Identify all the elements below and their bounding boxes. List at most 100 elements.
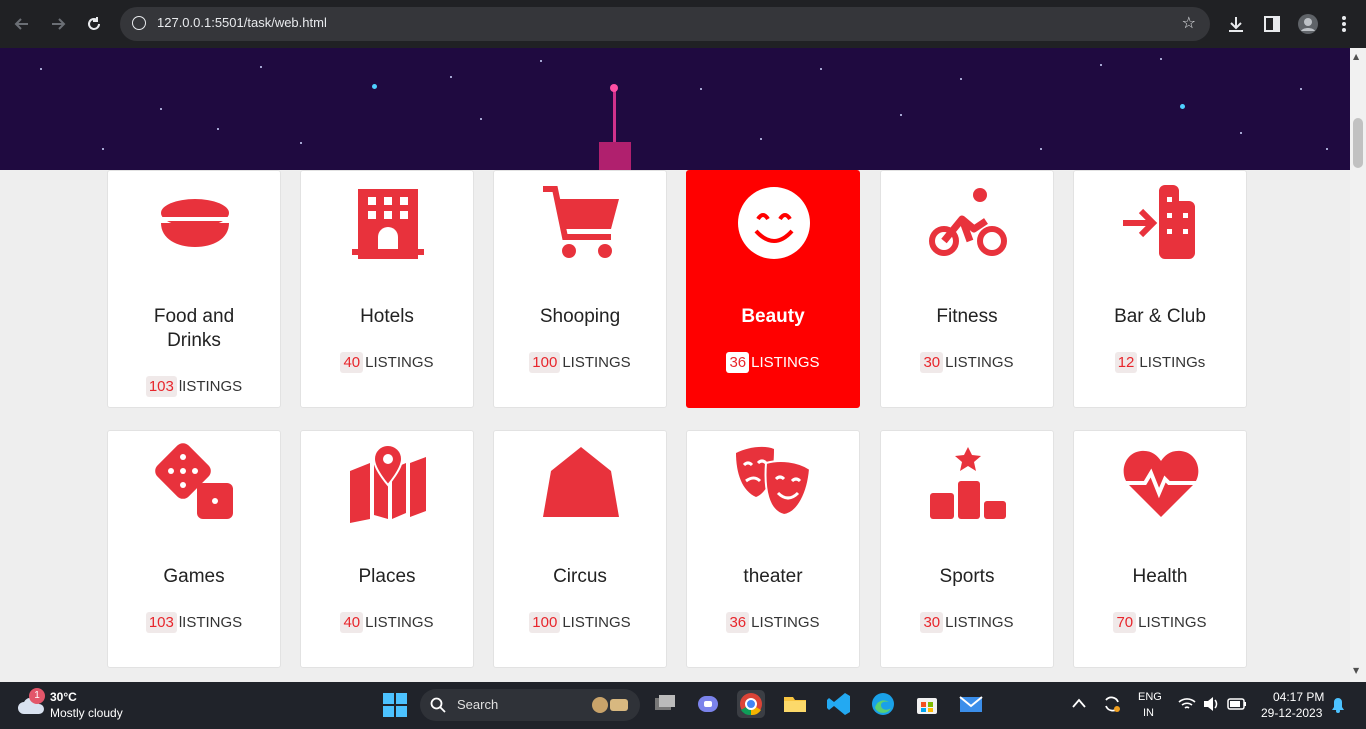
- windows-start-icon[interactable]: [383, 693, 407, 717]
- category-card-hotels[interactable]: Hotels 40 LISTINGS: [300, 170, 474, 408]
- category-card-beauty[interactable]: Beauty 36 LISTINGS: [686, 170, 860, 408]
- back-arrow-icon[interactable]: [10, 12, 34, 36]
- temperature: 30°C: [50, 690, 77, 704]
- url-text[interactable]: 127.0.0.1:5501/task/web.html: [157, 15, 327, 30]
- star: [217, 128, 219, 130]
- star: [1100, 64, 1102, 66]
- category-card-fitness[interactable]: Fitness 30 LISTINGS: [880, 170, 1054, 408]
- listing-count: 70: [1113, 612, 1137, 633]
- star: [1240, 132, 1242, 134]
- listing-count: 30: [920, 612, 944, 633]
- listing-count: 103: [145, 612, 177, 633]
- category-card-sports[interactable]: Sports 30 LISTINGS: [880, 430, 1054, 668]
- dice-icon: [155, 443, 233, 519]
- listing-count: 30: [920, 352, 944, 373]
- star: [1180, 104, 1185, 109]
- weather-badge: 1: [29, 688, 45, 704]
- teams-chat-icon[interactable]: [694, 690, 722, 718]
- vscode-icon[interactable]: [825, 690, 853, 718]
- category-card-games[interactable]: Games 103 lISTINGS: [107, 430, 281, 668]
- listing-label: LISTINGS: [945, 614, 1014, 631]
- star: [480, 118, 482, 120]
- food-bowl-icon: [161, 199, 229, 247]
- language-region[interactable]: IN: [1143, 707, 1154, 719]
- star: [450, 76, 452, 78]
- listing-label: LISTINGS: [751, 354, 820, 371]
- scroll-thumb[interactable]: [1353, 118, 1363, 168]
- chrome-icon[interactable]: [737, 690, 765, 718]
- category-card-shopping[interactable]: Shooping 100 LISTINGS: [493, 170, 667, 408]
- category-title: Hotels: [360, 306, 414, 327]
- category-title: Health: [1132, 566, 1188, 587]
- listing-info: 30 LISTINGS: [881, 612, 1053, 633]
- listing-info: 103 lISTINGS: [108, 376, 280, 397]
- category-card-bar-club[interactable]: Bar & Club 12 LISTINGs: [1073, 170, 1247, 408]
- map-pin-icon: [350, 443, 426, 523]
- star: [960, 78, 962, 80]
- listing-info: 36 LISTINGS: [687, 352, 859, 373]
- listing-info: 40 LISTINGS: [301, 612, 473, 633]
- listing-info: 40 LISTINGS: [301, 352, 473, 373]
- bicycle-icon: [929, 188, 1007, 256]
- search-placeholder: Search: [457, 697, 499, 712]
- side-panel-icon[interactable]: [1260, 12, 1284, 36]
- tower-pole: [613, 88, 616, 144]
- taskbar-search[interactable]: Search: [420, 689, 640, 721]
- scroll-down-arrow-icon[interactable]: ▼: [1353, 666, 1359, 675]
- star: [700, 88, 702, 90]
- notification-bell-icon[interactable]: [1331, 697, 1345, 713]
- edge-icon[interactable]: [869, 690, 897, 718]
- clock-date[interactable]: 29-12-2023: [1261, 706, 1322, 720]
- category-card-food[interactable]: Food and Drinks 103 lISTINGS: [107, 170, 281, 408]
- wifi-icon[interactable]: [1178, 696, 1196, 712]
- listing-label: LISTINGS: [562, 354, 631, 371]
- battery-icon[interactable]: [1227, 698, 1247, 710]
- forward-arrow-icon[interactable]: [46, 12, 70, 36]
- bookmark-star-icon[interactable]: ☆: [1182, 13, 1196, 32]
- taskbar: [0, 682, 1366, 729]
- hotel-icon: [352, 189, 424, 259]
- weather-status: Mostly cloudy: [50, 706, 123, 720]
- star: [372, 84, 377, 89]
- mail-icon[interactable]: [957, 690, 985, 718]
- listing-count: 36: [726, 352, 750, 373]
- listing-count: 12: [1114, 352, 1138, 373]
- category-title: Fitness: [936, 306, 998, 327]
- listing-label: LISTINGS: [751, 614, 820, 631]
- listing-label: LISTINGS: [365, 354, 434, 371]
- chevron-up-icon[interactable]: [1072, 698, 1086, 708]
- category-card-health[interactable]: Health 70 LISTINGS: [1073, 430, 1247, 668]
- sync-icon[interactable]: [1102, 694, 1122, 714]
- star: [820, 68, 822, 70]
- category-card-places[interactable]: Places 40 LISTINGS: [300, 430, 474, 668]
- listing-count: 40: [340, 612, 364, 633]
- category-card-theater[interactable]: theater 36 LISTINGS: [686, 430, 860, 668]
- star: [900, 114, 902, 116]
- page-scrollbar[interactable]: ▲ ▼: [1350, 48, 1366, 682]
- listing-label: lISTINGS: [178, 614, 243, 631]
- site-info-icon[interactable]: [132, 16, 146, 30]
- category-title: Food and: [153, 306, 235, 327]
- menu-kebab-icon[interactable]: [1332, 12, 1356, 36]
- category-title: Bar & Club: [1114, 306, 1206, 327]
- search-highlight-icon: [592, 697, 628, 713]
- task-view-icon[interactable]: [651, 690, 679, 718]
- volume-icon[interactable]: [1202, 696, 1220, 712]
- scroll-up-arrow-icon[interactable]: ▲: [1353, 52, 1359, 61]
- clock-time[interactable]: 04:17 PM: [1273, 690, 1324, 704]
- smile-icon: [738, 187, 810, 259]
- browser-toolbar: 127.0.0.1:5501/task/web.html ☆: [0, 0, 1366, 48]
- download-icon[interactable]: [1224, 12, 1248, 36]
- profile-avatar-icon[interactable]: [1296, 12, 1320, 36]
- listing-info: 103 lISTINGS: [108, 612, 280, 633]
- address-bar[interactable]: 127.0.0.1:5501/task/web.html ☆: [120, 7, 1210, 41]
- reload-icon[interactable]: [82, 12, 106, 36]
- store-icon[interactable]: [913, 690, 941, 718]
- file-explorer-icon[interactable]: [781, 690, 809, 718]
- listing-info: 100 LISTINGS: [494, 612, 666, 633]
- building-enter-icon: [1123, 185, 1195, 259]
- listing-count: 100: [529, 352, 561, 373]
- star: [260, 66, 262, 68]
- category-card-circus[interactable]: Circus 100 LISTINGS: [493, 430, 667, 668]
- language-code[interactable]: ENG: [1138, 691, 1162, 703]
